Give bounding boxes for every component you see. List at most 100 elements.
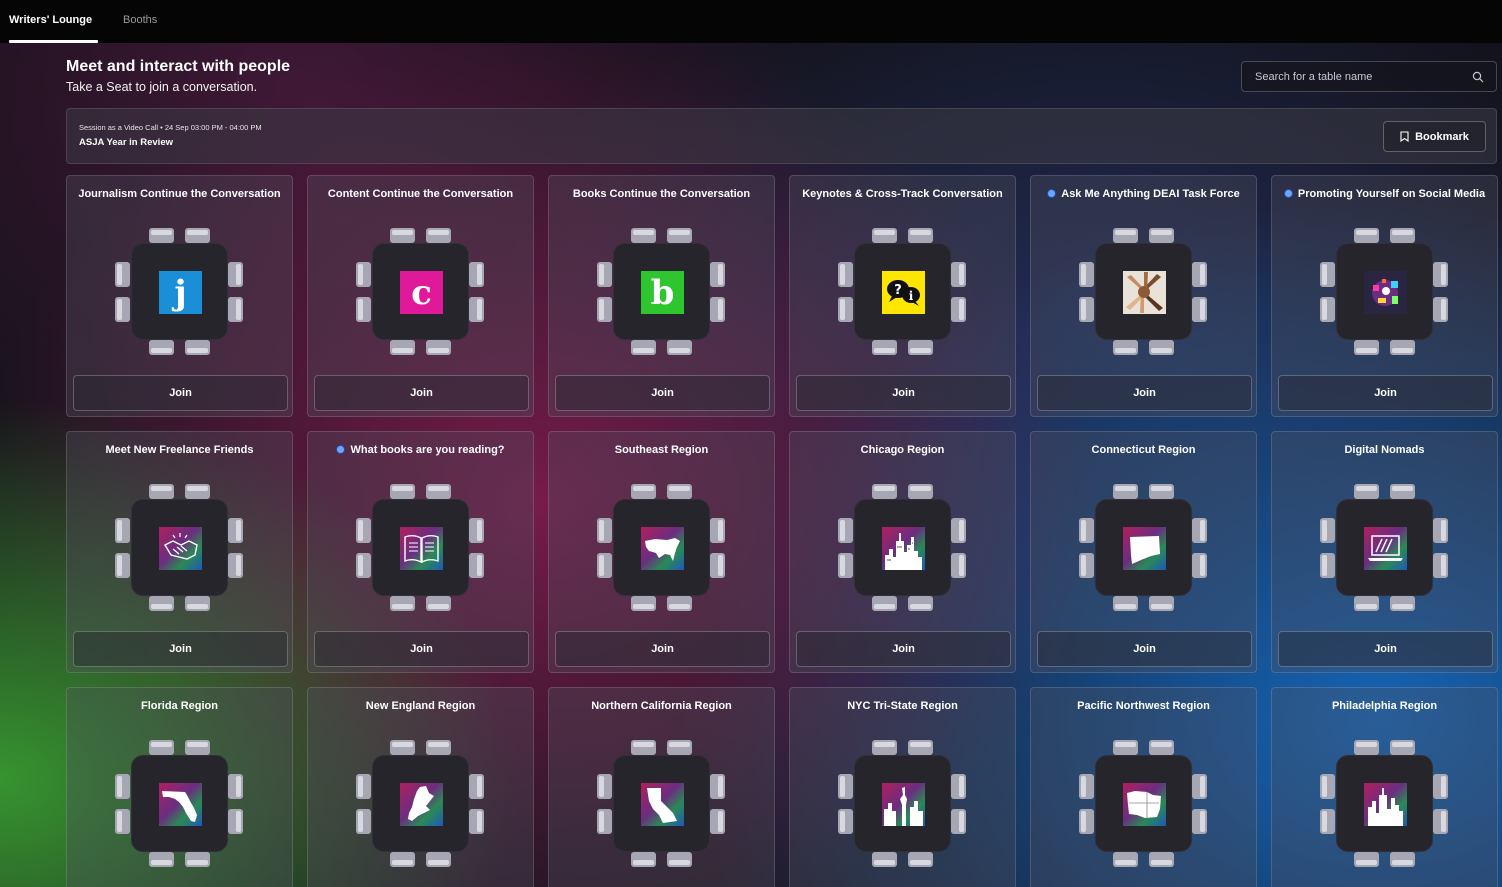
seat[interactable]	[426, 852, 451, 867]
seat[interactable]	[1390, 340, 1415, 355]
seat[interactable]	[426, 228, 451, 243]
seat[interactable]	[951, 774, 966, 799]
seat[interactable]	[185, 852, 210, 867]
seat[interactable]	[1320, 553, 1335, 578]
seat[interactable]	[1354, 852, 1379, 867]
join-button[interactable]: Join	[796, 375, 1011, 411]
seat[interactable]	[1113, 596, 1138, 611]
seat[interactable]	[908, 596, 933, 611]
seat[interactable]	[710, 518, 725, 543]
seat[interactable]	[228, 518, 243, 543]
seat[interactable]	[1149, 740, 1174, 755]
seat[interactable]	[356, 809, 371, 834]
seat[interactable]	[631, 740, 656, 755]
seat[interactable]	[631, 228, 656, 243]
seat[interactable]	[838, 262, 853, 287]
seat[interactable]	[1390, 740, 1415, 755]
join-button[interactable]: Join	[314, 631, 529, 667]
seat[interactable]	[872, 740, 897, 755]
seat[interactable]	[1192, 518, 1207, 543]
table-surface[interactable]	[131, 499, 228, 596]
seat[interactable]	[356, 774, 371, 799]
seat[interactable]	[908, 740, 933, 755]
join-button[interactable]: Join	[555, 631, 770, 667]
seat[interactable]	[667, 852, 692, 867]
join-button[interactable]: Join	[1037, 631, 1252, 667]
table-surface[interactable]	[1095, 243, 1192, 340]
seat[interactable]	[390, 484, 415, 499]
seat[interactable]	[469, 553, 484, 578]
seat[interactable]	[1192, 553, 1207, 578]
seat[interactable]	[1433, 518, 1448, 543]
seat[interactable]	[951, 809, 966, 834]
seat[interactable]	[149, 484, 174, 499]
seat[interactable]	[908, 228, 933, 243]
seat[interactable]	[1149, 596, 1174, 611]
bookmark-button[interactable]: Bookmark	[1383, 121, 1486, 152]
join-button[interactable]: Join	[796, 631, 1011, 667]
seat[interactable]	[390, 852, 415, 867]
seat[interactable]	[115, 262, 130, 287]
seat[interactable]	[908, 852, 933, 867]
seat[interactable]	[115, 774, 130, 799]
seat[interactable]	[872, 596, 897, 611]
table-surface[interactable]	[1336, 499, 1433, 596]
table-surface[interactable]	[613, 499, 710, 596]
seat[interactable]	[710, 297, 725, 322]
seat[interactable]	[872, 484, 897, 499]
seat[interactable]	[1149, 340, 1174, 355]
seat[interactable]	[1079, 553, 1094, 578]
seat[interactable]	[1320, 518, 1335, 543]
seat[interactable]	[597, 553, 612, 578]
tab-booths[interactable]: Booths	[123, 14, 157, 26]
table-surface[interactable]	[372, 499, 469, 596]
seat[interactable]	[115, 297, 130, 322]
seat[interactable]	[838, 297, 853, 322]
join-button[interactable]: Join	[73, 631, 288, 667]
seat[interactable]	[951, 262, 966, 287]
seat[interactable]	[838, 553, 853, 578]
seat[interactable]	[1354, 340, 1379, 355]
seat[interactable]	[1354, 228, 1379, 243]
seat[interactable]	[228, 774, 243, 799]
seat[interactable]	[597, 297, 612, 322]
seat[interactable]	[356, 553, 371, 578]
seat[interactable]	[1433, 262, 1448, 287]
table-surface[interactable]	[1095, 755, 1192, 852]
seat[interactable]	[1113, 852, 1138, 867]
seat[interactable]	[1149, 228, 1174, 243]
seat[interactable]	[149, 596, 174, 611]
seat[interactable]	[1390, 484, 1415, 499]
join-button[interactable]: Join	[314, 375, 529, 411]
seat[interactable]	[1433, 553, 1448, 578]
seat[interactable]	[115, 809, 130, 834]
seat[interactable]	[1113, 340, 1138, 355]
table-surface[interactable]	[854, 499, 951, 596]
seat[interactable]	[1320, 262, 1335, 287]
seat[interactable]	[185, 740, 210, 755]
table-surface[interactable]	[613, 755, 710, 852]
seat[interactable]	[228, 297, 243, 322]
seat[interactable]	[951, 553, 966, 578]
seat[interactable]	[872, 852, 897, 867]
seat[interactable]	[426, 340, 451, 355]
search-input[interactable]: Search for a table name	[1241, 61, 1497, 92]
seat[interactable]	[356, 262, 371, 287]
seat[interactable]	[1079, 774, 1094, 799]
seat[interactable]	[1079, 262, 1094, 287]
seat[interactable]	[469, 809, 484, 834]
seat[interactable]	[1192, 297, 1207, 322]
seat[interactable]	[469, 262, 484, 287]
seat[interactable]	[149, 852, 174, 867]
table-surface[interactable]: b	[613, 243, 710, 340]
seat[interactable]	[1113, 484, 1138, 499]
seat[interactable]	[667, 740, 692, 755]
table-surface[interactable]	[372, 755, 469, 852]
seat[interactable]	[185, 596, 210, 611]
seat[interactable]	[597, 774, 612, 799]
seat[interactable]	[667, 596, 692, 611]
seat[interactable]	[597, 809, 612, 834]
seat[interactable]	[356, 518, 371, 543]
table-surface[interactable]	[1336, 243, 1433, 340]
seat[interactable]	[1320, 774, 1335, 799]
